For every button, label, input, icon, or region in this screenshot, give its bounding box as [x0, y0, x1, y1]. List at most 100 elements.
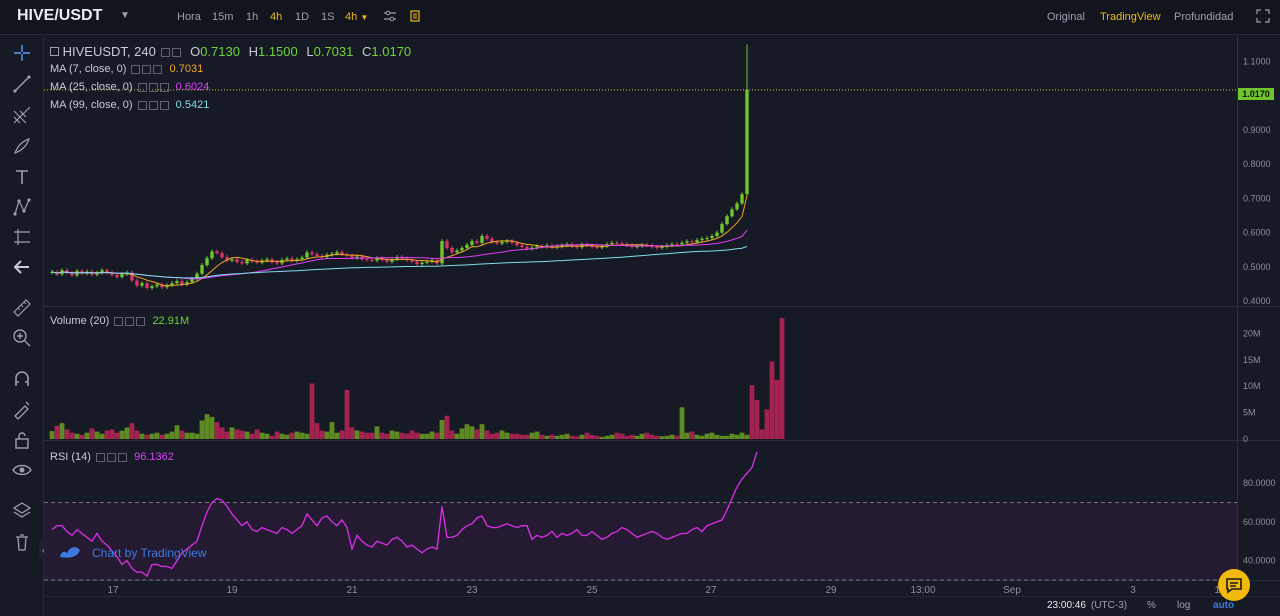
timezone-label[interactable]: (UTC-3): [1091, 600, 1127, 611]
ma25-settings-icon[interactable]: [137, 82, 147, 92]
volume-bar: [299, 432, 305, 439]
volume-bar: [174, 425, 180, 439]
ma7-settings-icon[interactable]: [131, 64, 141, 74]
price-tick-label: 0.7000: [1243, 193, 1271, 203]
legend-hide-icon[interactable]: [172, 48, 182, 58]
layers-tool[interactable]: [11, 500, 33, 522]
log-scale-button[interactable]: log: [1177, 600, 1190, 611]
legend-settings-icon[interactable]: [161, 48, 171, 58]
tf-button-15m[interactable]: 15m: [212, 11, 233, 23]
back-tool[interactable]: [11, 256, 33, 278]
ohlc-high-value: 1.1500: [257, 44, 298, 59]
candle-body: [700, 238, 704, 241]
fib-tool[interactable]: [11, 104, 33, 126]
ma7-hide-icon[interactable]: [142, 64, 152, 74]
rsi-label: RSI (14): [50, 451, 91, 463]
ma7-remove-icon[interactable]: [153, 64, 163, 74]
candle-body: [175, 281, 179, 284]
rsi-settings-icon[interactable]: [96, 452, 106, 462]
volume-bar: [744, 434, 750, 439]
measure-tool[interactable]: [11, 226, 33, 248]
volume-settings-icon[interactable]: [114, 316, 124, 326]
interval-select-value: 4h: [345, 11, 358, 23]
indicators-icon[interactable]: [383, 9, 397, 23]
tf-button-1h[interactable]: 1h: [246, 11, 258, 23]
volume-bar: [634, 435, 640, 439]
rsi-remove-icon[interactable]: [118, 452, 128, 462]
volume-bar: [414, 432, 420, 439]
volume-bar: [549, 434, 555, 439]
ma99-value: 0.5421: [175, 99, 210, 111]
interval-select[interactable]: 4h ▼: [345, 11, 368, 23]
ruler-tool[interactable]: [11, 297, 33, 319]
volume-bar: [564, 433, 570, 439]
tf-button-4h[interactable]: 4h: [270, 11, 282, 23]
ma99-settings-icon[interactable]: [137, 100, 147, 110]
tf-button-1s[interactable]: 1S: [321, 11, 334, 23]
back-arrow-icon: [13, 260, 29, 274]
candle-body: [420, 262, 424, 265]
volume-bar: [539, 434, 545, 439]
candle-body: [480, 236, 484, 243]
brush-tool[interactable]: [11, 135, 33, 157]
volume-bar: [304, 433, 310, 439]
view-profundidad[interactable]: Profundidad: [1174, 11, 1233, 23]
fullscreen-icon[interactable]: [1256, 9, 1270, 23]
pattern-tool[interactable]: [11, 196, 33, 218]
volume-tick-label: 20M: [1243, 328, 1261, 338]
rsi-hide-icon[interactable]: [107, 452, 117, 462]
volume-bar: [719, 435, 725, 439]
trendline-tool[interactable]: [11, 73, 33, 95]
crosshair-tool[interactable]: [11, 42, 33, 64]
ma25-hide-icon[interactable]: [148, 82, 158, 92]
percent-scale-button[interactable]: %: [1147, 600, 1156, 611]
volume-bar: [474, 429, 480, 439]
visibility-tool[interactable]: [11, 459, 33, 481]
interval-chevron-down-icon: ▼: [360, 13, 369, 22]
volume-bar: [184, 432, 190, 439]
ma25-remove-icon[interactable]: [159, 82, 169, 92]
tf-button-1d[interactable]: 1D: [295, 11, 309, 23]
symbol-dropdown-icon[interactable]: ▼: [120, 10, 130, 21]
volume-bar: [209, 416, 215, 439]
candle-body: [535, 246, 539, 248]
price-tick-label: 0.6000: [1243, 228, 1271, 238]
volume-bar: [74, 433, 80, 439]
candle-body: [470, 241, 474, 245]
lock-drawings-tool[interactable]: [11, 398, 33, 420]
candle-body: [660, 246, 664, 248]
ma99-hide-icon[interactable]: [148, 100, 158, 110]
volume-remove-icon[interactable]: [136, 316, 146, 326]
candle-body: [735, 203, 739, 210]
volume-bar: [709, 432, 715, 439]
volume-label: Volume (20): [50, 315, 110, 327]
collapse-legend-icon[interactable]: [50, 47, 59, 56]
unlock-icon: [15, 432, 29, 449]
magnet-tool[interactable]: [11, 368, 33, 390]
auto-scale-button[interactable]: auto: [1213, 600, 1234, 611]
volume-bar: [149, 433, 155, 439]
volume-hide-icon[interactable]: [125, 316, 135, 326]
magnet-icon: [15, 371, 29, 386]
ohlc-high-label: H: [248, 44, 258, 59]
chat-button[interactable]: [1218, 569, 1250, 601]
view-tradingview[interactable]: TradingView: [1100, 11, 1161, 23]
lock-drawings-icon: [14, 401, 30, 420]
pattern-icon: [13, 198, 31, 216]
trash-tool[interactable]: [11, 531, 33, 553]
chart-canvas[interactable]: 1.10001.00000.90000.80000.70000.60000.50…: [44, 35, 1280, 596]
chart-style-icon[interactable]: [408, 9, 422, 23]
volume-bar: [319, 430, 325, 439]
candle-body: [515, 242, 519, 246]
volume-bar: [269, 435, 275, 439]
view-original[interactable]: Original: [1047, 11, 1085, 23]
volume-bar: [59, 423, 65, 439]
tf-button-hora[interactable]: Hora: [177, 11, 201, 23]
tradingview-branding[interactable]: Chart by TradingView: [92, 546, 207, 560]
zoom-tool[interactable]: [11, 327, 33, 349]
symbol-title[interactable]: HIVE/USDT: [17, 7, 102, 25]
unlock-tool[interactable]: [11, 429, 33, 451]
candle-body: [460, 247, 464, 251]
ma99-remove-icon[interactable]: [159, 100, 169, 110]
text-tool[interactable]: [11, 166, 33, 188]
